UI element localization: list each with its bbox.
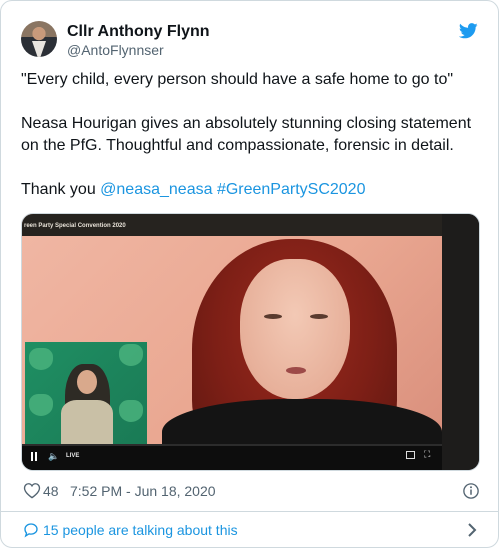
tweet-quote: "Every child, every person should have a… xyxy=(21,71,454,88)
footer-divider xyxy=(1,511,498,512)
author-name[interactable]: Cllr Anthony Flynn xyxy=(67,23,210,41)
conversation-text[interactable]: 15 people are talking about this xyxy=(43,522,238,538)
video-topbar: reen Party Special Convention 2020 xyxy=(22,214,442,236)
video-frame: reen Party Special Convention 2020 xyxy=(22,214,442,470)
tweet-header: Cllr Anthony Flynn @AntoFlynnser xyxy=(21,21,478,61)
conversation-link[interactable]: 15 people are talking about this xyxy=(21,519,481,541)
author-avatar[interactable] xyxy=(21,21,57,57)
speaker-face xyxy=(240,259,350,399)
tweet-text: "Every child, every person should have a… xyxy=(21,69,481,201)
chevron-right-icon[interactable] xyxy=(467,523,477,537)
twitter-bird-icon[interactable] xyxy=(459,23,478,39)
video-player[interactable]: reen Party Special Convention 2020 🔈 LIV… xyxy=(21,213,480,471)
pause-icon[interactable] xyxy=(30,452,38,462)
progress-track[interactable] xyxy=(22,444,442,446)
hashtag-link[interactable]: #GreenPartySC2020 xyxy=(217,181,366,198)
sign-language-inset xyxy=(25,342,147,444)
volume-icon[interactable]: 🔈 xyxy=(48,451,59,462)
tweet-body: Neasa Hourigan gives an absolutely stunn… xyxy=(21,115,472,154)
like-count: 48 xyxy=(43,483,59,499)
tweet-timestamp[interactable]: 7:52 PM - Jun 18, 2020 xyxy=(70,483,216,499)
video-side-panel xyxy=(442,214,479,470)
video-controls: 🔈 LIVE ⛶ xyxy=(22,444,442,470)
heart-icon[interactable] xyxy=(23,482,41,499)
thanks-text: Thank you xyxy=(21,181,101,198)
pip-icon[interactable] xyxy=(406,451,415,459)
info-icon[interactable] xyxy=(462,482,480,500)
fullscreen-icon[interactable]: ⛶ xyxy=(424,449,430,460)
tweet-footer: 48 7:52 PM - Jun 18, 2020 xyxy=(21,481,481,501)
tweet-card[interactable]: Cllr Anthony Flynn @AntoFlynnser "Every … xyxy=(0,0,499,548)
tweet-thanks: Thank you @neasa_neasa #GreenPartySC2020 xyxy=(21,179,481,201)
speech-bubble-icon xyxy=(24,523,38,538)
video-title: reen Party Special Convention 2020 xyxy=(24,223,126,229)
mention-link[interactable]: @neasa_neasa xyxy=(100,181,212,198)
live-label: LIVE xyxy=(66,453,80,459)
author-handle[interactable]: @AntoFlynnser xyxy=(67,42,164,58)
